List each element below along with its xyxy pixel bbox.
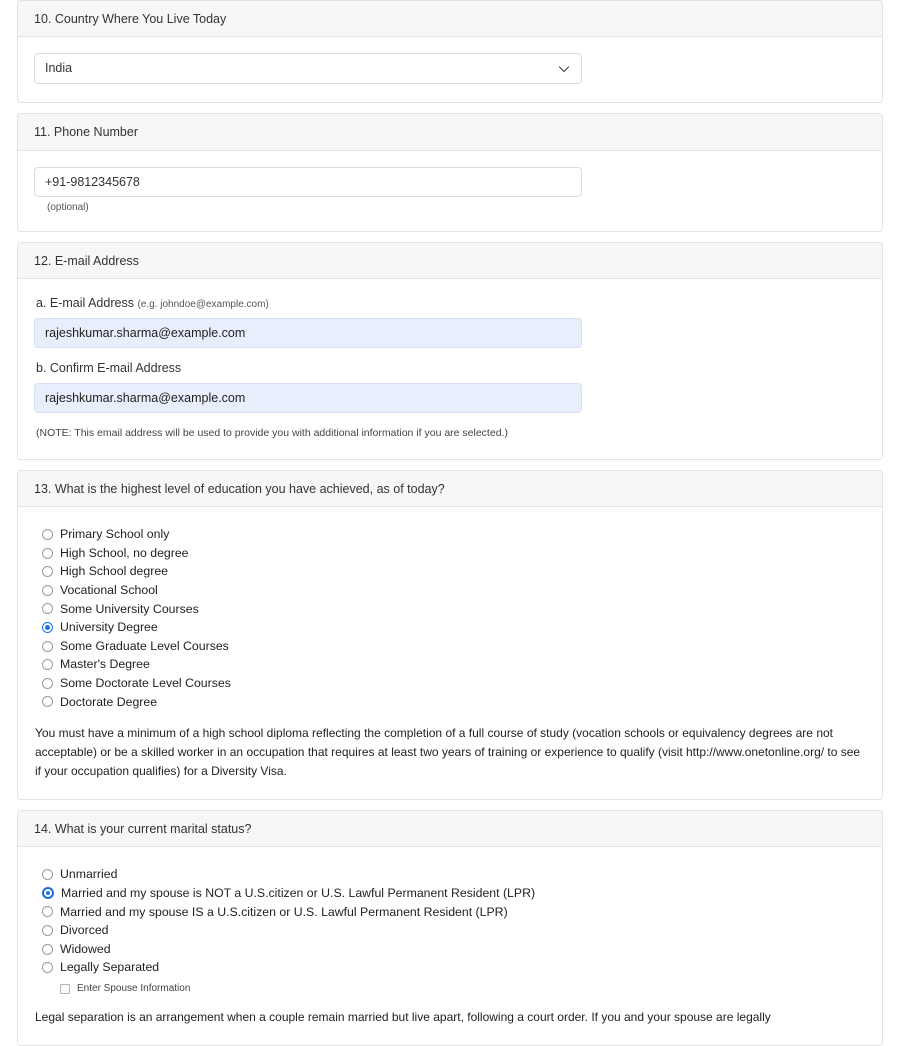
- marital-option[interactable]: Married and my spouse IS a U.S.citizen o…: [42, 903, 866, 922]
- education-option-label: Master's Degree: [60, 657, 150, 672]
- phone-input[interactable]: [34, 166, 582, 197]
- marital-option-label: Legally Separated: [60, 960, 160, 975]
- dv-lottery-form: 10. Country Where You Live Today India 1…: [0, 0, 900, 1046]
- education-option[interactable]: Primary School only: [42, 525, 866, 544]
- education-option-label: Some Doctorate Level Courses: [60, 676, 231, 691]
- radio-icon[interactable]: [42, 943, 53, 955]
- section-email: 12. E-mail Address a. E-mail Address (e.…: [17, 241, 883, 460]
- marital-radio-group: Unmarried Married and my spouse is NOT a…: [42, 865, 866, 977]
- marital-option[interactable]: Widowed: [42, 940, 866, 959]
- confirm-email-label: b. Confirm E-mail Address: [36, 361, 182, 375]
- section-body-education: Primary School only High School, no degr…: [18, 507, 882, 799]
- education-option-label: Vocational School: [60, 583, 158, 598]
- education-option[interactable]: High School degree: [42, 562, 866, 581]
- country-select-wrapper[interactable]: India: [34, 53, 582, 85]
- education-option-label: Primary School only: [60, 527, 170, 542]
- radio-icon-selected[interactable]: [42, 887, 54, 900]
- education-option-label: Doctorate Degree: [60, 694, 158, 709]
- marital-option-selected[interactable]: Married and my spouse is NOT a U.S.citiz…: [42, 884, 866, 903]
- radio-icon[interactable]: [42, 869, 53, 881]
- section-header-marital: 14. What is your current marital status?: [18, 811, 882, 848]
- education-option[interactable]: High School, no degree: [42, 544, 866, 563]
- marital-option-label: Unmarried: [60, 867, 118, 882]
- radio-icon[interactable]: [42, 696, 53, 708]
- radio-icon[interactable]: [42, 528, 53, 540]
- education-helper-text: You must have a minimum of a high school…: [35, 726, 861, 779]
- email-note: (NOTE: This email address will be used t…: [36, 427, 508, 440]
- education-option[interactable]: Doctorate Degree: [42, 692, 866, 711]
- marital-option[interactable]: Divorced: [42, 921, 866, 940]
- section-phone: 11. Phone Number (optional): [17, 113, 883, 232]
- spouse-info-checkbox-label: Enter Spouse Information: [77, 982, 191, 994]
- radio-icon[interactable]: [42, 677, 53, 689]
- section-education: 13. What is the highest level of educati…: [17, 469, 883, 801]
- section-body-phone: (optional): [18, 151, 882, 231]
- section-country: 10. Country Where You Live Today India: [17, 0, 883, 104]
- section-body-marital: Unmarried Married and my spouse is NOT a…: [18, 847, 882, 1045]
- marital-helper-text: Legal separation is an arrangement when …: [35, 1009, 771, 1024]
- section-marital: 14. What is your current marital status?…: [17, 810, 883, 1046]
- education-option-label: University Degree: [60, 620, 158, 635]
- section-header-phone: 11. Phone Number: [18, 114, 882, 151]
- phone-optional-note: (optional): [47, 201, 89, 213]
- section-header-education: 13. What is the highest level of educati…: [18, 470, 882, 508]
- education-option-label: Some University Courses: [60, 601, 199, 616]
- radio-icon[interactable]: [42, 640, 53, 652]
- education-option-selected[interactable]: University Degree: [42, 618, 866, 637]
- marital-option-label: Divorced: [60, 923, 109, 938]
- radio-icon[interactable]: [42, 924, 53, 936]
- section-body-email: a. E-mail Address (e.g. johndoe@example.…: [18, 279, 882, 459]
- radio-icon[interactable]: [42, 603, 53, 615]
- marital-option-label: Widowed: [60, 941, 111, 956]
- radio-icon[interactable]: [42, 547, 53, 559]
- checkbox-icon[interactable]: [60, 983, 70, 994]
- email-example-text: (e.g. johndoe@example.com): [137, 298, 269, 310]
- education-radio-group: Primary School only High School, no degr…: [42, 525, 866, 711]
- marital-option[interactable]: Legally Separated: [42, 958, 866, 977]
- section-body-country: India: [18, 37, 882, 102]
- marital-option-label: Married and my spouse is NOT a U.S.citiz…: [61, 886, 536, 901]
- education-option[interactable]: Master's Degree: [42, 655, 866, 674]
- radio-icon[interactable]: [42, 906, 53, 918]
- education-option[interactable]: Some University Courses: [42, 600, 866, 619]
- radio-icon[interactable]: [42, 962, 53, 974]
- email-label-text: a. E-mail Address: [36, 295, 134, 310]
- email-input[interactable]: [34, 318, 582, 348]
- marital-option-label: Married and my spouse IS a U.S.citizen o…: [60, 904, 508, 919]
- radio-icon-selected[interactable]: [42, 621, 53, 633]
- spouse-info-checkbox-row[interactable]: Enter Spouse Information: [60, 982, 866, 996]
- confirm-email-input[interactable]: [34, 383, 582, 414]
- education-option-label: High School, no degree: [60, 545, 189, 560]
- education-option[interactable]: Some Doctorate Level Courses: [42, 674, 866, 693]
- country-select[interactable]: India: [34, 53, 582, 85]
- radio-icon[interactable]: [42, 566, 53, 578]
- email-label: a. E-mail Address (e.g. johndoe@example.…: [36, 295, 866, 311]
- education-option-label: Some Graduate Level Courses: [60, 638, 229, 653]
- education-option[interactable]: Vocational School: [42, 581, 866, 600]
- radio-icon[interactable]: [42, 584, 53, 596]
- education-option[interactable]: Some Graduate Level Courses: [42, 637, 866, 656]
- marital-option[interactable]: Unmarried: [42, 865, 866, 884]
- section-header-email: 12. E-mail Address: [18, 242, 882, 279]
- radio-icon[interactable]: [42, 659, 53, 671]
- education-option-label: High School degree: [60, 564, 169, 579]
- section-header-country: 10. Country Where You Live Today: [18, 1, 882, 38]
